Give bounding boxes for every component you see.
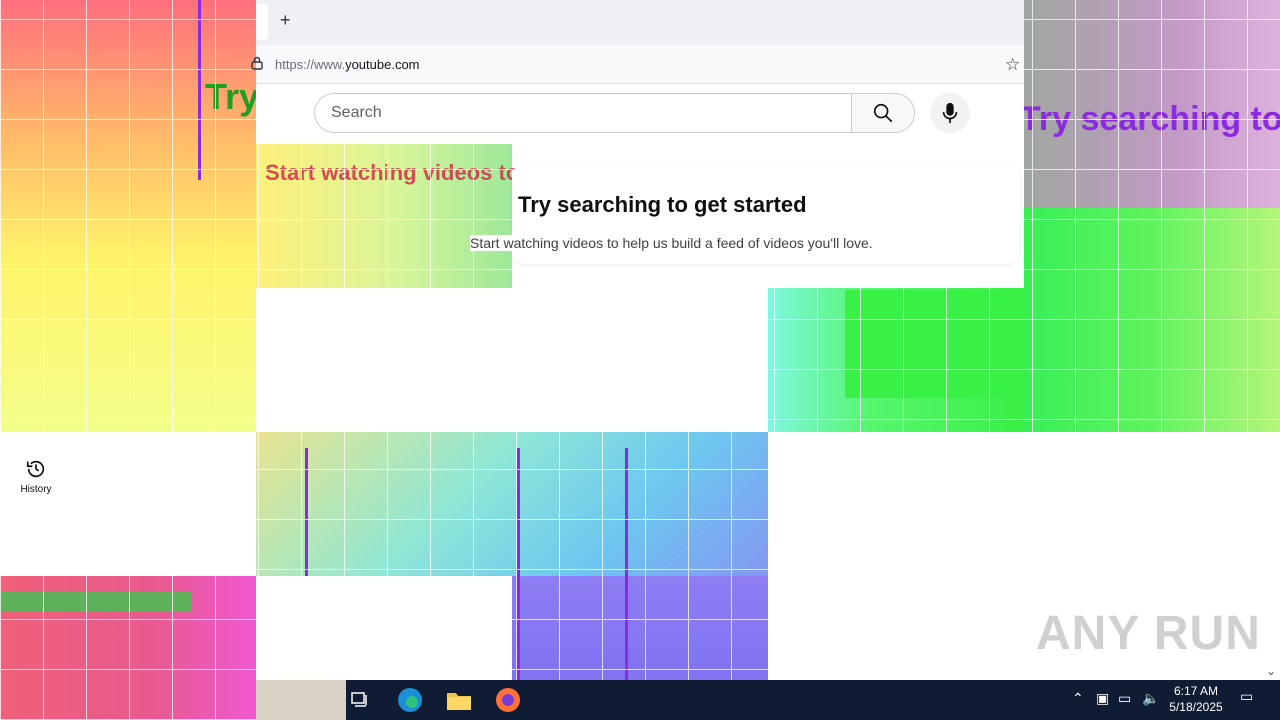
artifact-block xyxy=(845,290,1025,398)
content-area xyxy=(256,576,512,680)
ghost-headline-end: Try searching to get started xyxy=(1020,100,1280,139)
tab-bar xyxy=(256,0,1024,46)
ghost-headline-tail: Try searching to get started xyxy=(1020,100,1280,138)
task-view-icon[interactable] xyxy=(344,684,376,716)
sidebar-item-history[interactable]: History xyxy=(12,458,60,506)
edge-icon[interactable] xyxy=(394,684,426,716)
magnifier-icon xyxy=(873,103,893,123)
history-icon xyxy=(26,460,45,478)
artifact-line xyxy=(198,0,201,180)
taskbar-pinned-app[interactable] xyxy=(256,680,346,720)
search-button[interactable] xyxy=(851,93,915,133)
search-box[interactable] xyxy=(314,93,852,133)
url-host: youtube.com xyxy=(345,57,420,72)
active-tab-edge[interactable] xyxy=(256,4,268,40)
volume-icon[interactable]: 🔈 xyxy=(1142,690,1159,707)
clock-date: 5/18/2025 xyxy=(1169,700,1223,714)
background-tile xyxy=(0,0,256,432)
url-scheme: https://www. xyxy=(275,57,346,72)
voice-search-button[interactable] xyxy=(930,93,970,133)
url-text[interactable]: https://www.youtube.com xyxy=(275,57,420,72)
sidebar-item-label: History xyxy=(20,484,52,495)
search-input[interactable] xyxy=(315,94,852,132)
star-outline-icon[interactable]: ☆ xyxy=(1005,55,1020,75)
notification-icon[interactable]: ▭ xyxy=(1240,688,1253,705)
artifact-line xyxy=(305,448,308,578)
file-explorer-icon[interactable] xyxy=(443,684,475,716)
anyrun-watermark: ANY RUN xyxy=(1036,607,1261,660)
scroll-down-arrow[interactable]: ⌄ xyxy=(1266,664,1276,678)
empty-feed-subtitle: Start watching videos to help us build a… xyxy=(470,235,873,251)
content-area xyxy=(256,288,768,432)
meet-now-icon[interactable]: ▣ xyxy=(1096,690,1109,707)
system-clock[interactable]: 6:17 AM 5/18/2025 xyxy=(1164,683,1228,715)
artifact-line xyxy=(517,448,520,680)
artifact-block xyxy=(0,592,192,612)
new-tab-button[interactable]: + xyxy=(280,10,291,31)
empty-feed-subtitle-text: Start watching videos to help us build a… xyxy=(470,235,873,251)
lock-icon[interactable] xyxy=(251,56,263,70)
empty-feed-title: Try searching to get started xyxy=(518,192,807,217)
microphone-icon xyxy=(942,102,958,124)
chevron-up-icon[interactable]: ⌃ xyxy=(1072,690,1084,707)
artifact-line xyxy=(625,448,628,680)
clock-time: 6:17 AM xyxy=(1173,684,1219,698)
firefox-icon[interactable] xyxy=(492,684,524,716)
network-icon[interactable]: ▭ xyxy=(1118,690,1131,707)
background-tile xyxy=(1024,208,1280,432)
